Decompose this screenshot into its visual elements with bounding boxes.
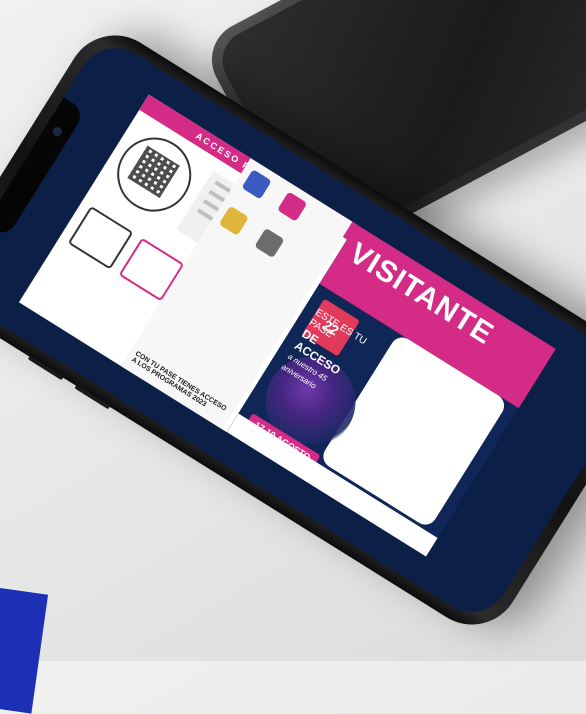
- access-note: CON TU PASE TIENES ACCESO A LOS PROGRAMA…: [130, 350, 228, 413]
- phone-step-icon: [67, 205, 134, 270]
- sponsor-logo-icon: [277, 191, 308, 222]
- sponsor-logo-icon: [218, 205, 249, 236]
- qr-code-icon: [127, 145, 180, 198]
- sponsor-logo-icon: [254, 228, 285, 259]
- front-camera-icon: [50, 125, 64, 139]
- sponsor-logo-icon: [241, 169, 272, 200]
- blue-object: [0, 586, 49, 714]
- visitante-title: VISITANTE: [343, 236, 500, 352]
